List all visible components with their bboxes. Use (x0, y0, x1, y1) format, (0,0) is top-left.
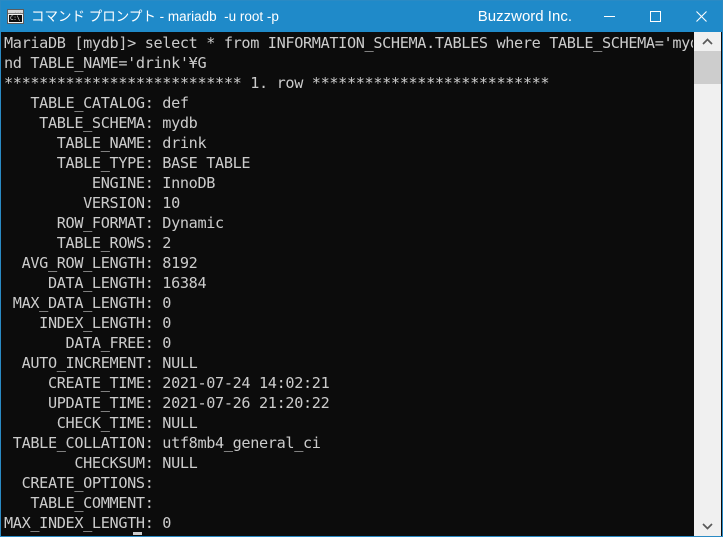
scroll-down-button[interactable] (694, 516, 721, 536)
terminal-screen[interactable]: MariaDB [mydb]> select * from INFORMATIO… (3, 32, 693, 536)
terminal-cursor (133, 532, 142, 535)
chevron-down-icon (702, 523, 713, 530)
close-icon (695, 11, 707, 22)
icon-screen: C:\ (9, 15, 22, 22)
terminal-scrollbar[interactable] (693, 32, 721, 536)
minimize-icon (603, 16, 615, 17)
maximize-icon (649, 11, 661, 22)
maximize-button[interactable] (632, 1, 678, 32)
scrollbar-track[interactable] (694, 52, 721, 516)
window-title-bar[interactable]: ··· C:\ コマンド プロンプト - mariadb -u root -p … (1, 1, 722, 32)
close-button[interactable] (678, 1, 722, 32)
scroll-up-button[interactable] (694, 32, 721, 52)
command-prompt-icon: ··· C:\ (7, 9, 24, 24)
command-prompt-window: ··· C:\ コマンド プロンプト - mariadb -u root -p … (0, 0, 723, 537)
chevron-up-icon (702, 38, 713, 45)
brand-label: Buzzword Inc. (477, 8, 572, 25)
scrollbar-thumb[interactable] (694, 51, 721, 84)
terminal-output: MariaDB [mydb]> select * from INFORMATIO… (4, 34, 693, 536)
icon-titlebar-strip: ··· (8, 10, 23, 15)
window-title: コマンド プロンプト - mariadb -u root -p (31, 9, 279, 24)
minimize-button[interactable] (586, 1, 632, 32)
